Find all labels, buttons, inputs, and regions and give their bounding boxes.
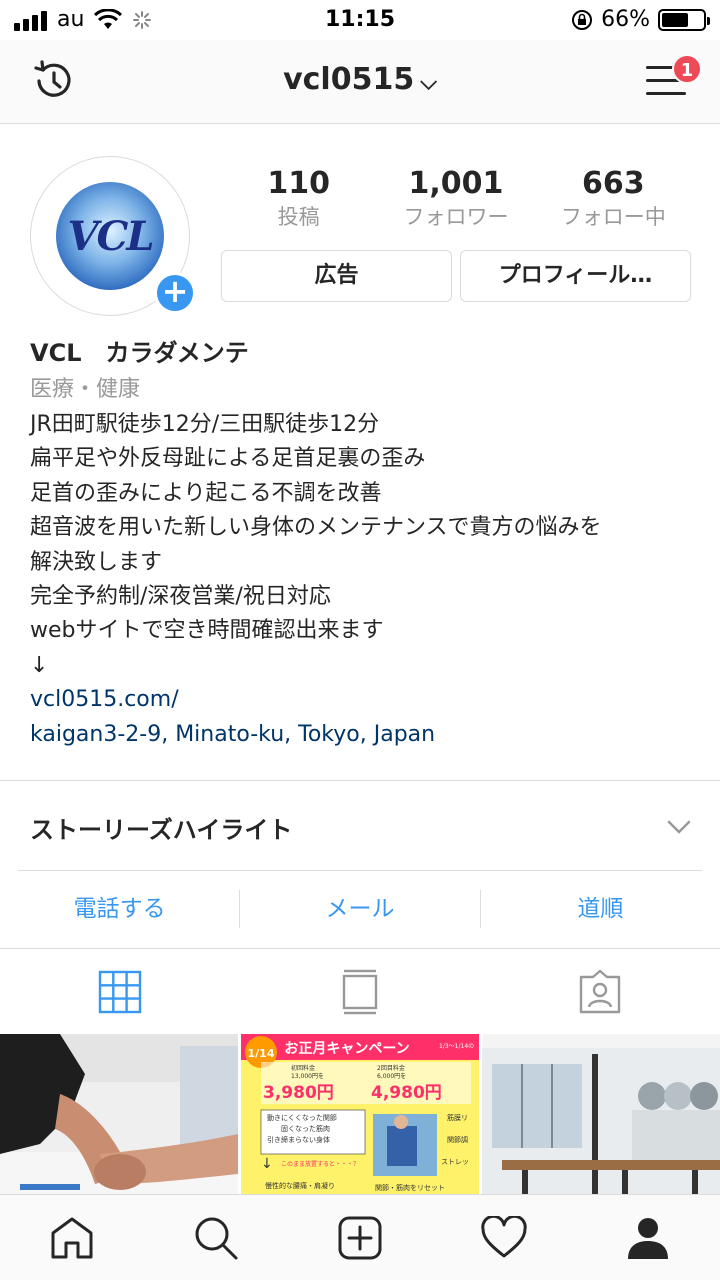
price1: 3,980円	[263, 1083, 334, 1103]
account-switcher[interactable]: vcl0515 ⌵	[0, 62, 720, 97]
feed-icon	[342, 969, 378, 1014]
home-icon	[51, 1217, 93, 1258]
tab-grid[interactable]	[0, 949, 240, 1034]
flyer-text2: 固くなった筋肉	[281, 1124, 330, 1133]
tab-home[interactable]	[0, 1195, 144, 1280]
posts-label: 投稿	[277, 205, 320, 229]
followers-count: 1,001	[408, 166, 504, 201]
bio-line: 解決致します	[30, 549, 163, 575]
notification-badge: 1	[672, 54, 702, 84]
chevron-down-icon: ⌵	[420, 70, 437, 95]
post-thumbnail[interactable]	[482, 1034, 720, 1194]
orientation-lock-icon	[572, 9, 593, 30]
heart-icon	[481, 1215, 527, 1257]
username-title: vcl0515	[283, 62, 415, 97]
grid-icon	[98, 970, 142, 1013]
massage-photo	[0, 1034, 238, 1194]
profile-view-tabs	[0, 948, 720, 1034]
svg-text:↓: ↓	[261, 1156, 273, 1172]
posts-count: 110	[267, 166, 330, 201]
call-button[interactable]: 電話する	[0, 870, 239, 948]
flyer-right2: 関節調	[447, 1135, 468, 1144]
post-thumbnail[interactable]: 1/14 お正月キャンペーン 1/3〜1/14の 初回料金 13,000円を 2…	[241, 1034, 479, 1194]
bio-line: JR田町駅徒歩12分/三田駅徒歩12分	[30, 412, 380, 437]
flyer-text5: 慢性的な腰痛・肩凝り	[265, 1181, 335, 1190]
bio-line: webサイトで空き時間確認出来ます	[30, 618, 384, 644]
ad-button[interactable]: 広告	[221, 250, 452, 302]
bottom-tab-bar	[0, 1194, 720, 1280]
edit-profile-button[interactable]: プロフィール…	[460, 250, 691, 302]
gym-photo	[482, 1034, 720, 1194]
stat-followers[interactable]: 1,001 フォロワー	[377, 166, 534, 232]
search-icon	[195, 1217, 238, 1259]
website-link[interactable]: vcl0515.com/	[30, 683, 700, 717]
price1-label: 初回料金	[291, 1064, 315, 1072]
flyer-text4: このまま放置すると・・・？	[281, 1160, 359, 1168]
email-button[interactable]: メール	[240, 870, 479, 948]
flyer-title: お正月キャンペーン	[284, 1041, 409, 1057]
bio-line: ↓	[30, 652, 49, 678]
price2: 4,980円	[371, 1083, 442, 1103]
bio-line: 完全予約制/深夜営業/祝日対応	[30, 584, 331, 610]
profile-stats: 110 投稿 1,001 フォロワー 663 フォロー中	[220, 166, 692, 232]
vcl-logo: VCL	[56, 182, 164, 290]
top-nav-bar: vcl0515 ⌵ 1	[0, 40, 720, 124]
tab-profile[interactable]	[576, 1195, 720, 1280]
bio-line: 足首の歪みにより起こる不調を改善	[30, 480, 382, 506]
status-bar: au 11:15 66%	[0, 0, 720, 40]
tab-feed[interactable]	[240, 949, 480, 1034]
tab-search[interactable]	[144, 1195, 288, 1280]
display-name: VCL カラダメンテ	[30, 339, 249, 367]
divider	[0, 780, 720, 781]
following-count: 663	[582, 166, 645, 201]
category-label: 医療・健康	[30, 377, 141, 402]
tab-new-post[interactable]	[288, 1195, 432, 1280]
flyer-date: 1/14	[248, 1047, 275, 1060]
tab-tagged[interactable]	[480, 949, 720, 1034]
profile-avatar[interactable]: VCL +	[30, 156, 196, 316]
flyer-text3: 引き締まらない身体	[267, 1135, 330, 1144]
add-post-icon	[338, 1216, 382, 1259]
story-highlights-toggle[interactable]: ストーリーズハイライト	[30, 810, 292, 845]
bio-line: 扁平足や外反母趾による足首足裏の歪み	[30, 446, 426, 472]
campaign-flyer: 1/14 お正月キャンペーン 1/3〜1/14の 初回料金 13,000円を 2…	[241, 1034, 479, 1194]
address-link[interactable]: kaigan3-2-9, Minato-ku, Tokyo, Japan	[30, 718, 700, 752]
flyer-text1: 動きにくくなった関節	[267, 1113, 337, 1122]
stat-posts[interactable]: 110 投稿	[220, 166, 377, 232]
post-thumbnail[interactable]	[0, 1034, 238, 1194]
logo-text: VCL	[67, 212, 155, 260]
directions-button[interactable]: 道順	[481, 870, 720, 948]
tab-activity[interactable]	[432, 1195, 576, 1280]
followers-label: フォロワー	[403, 205, 509, 229]
profile-icon	[628, 1217, 668, 1259]
stat-following[interactable]: 663 フォロー中	[535, 166, 692, 232]
tagged-icon	[579, 969, 621, 1013]
battery-percent: 66%	[601, 7, 650, 32]
flyer-right3: ストレッ	[441, 1158, 469, 1166]
post-grid: 1/14 お正月キャンペーン 1/3〜1/14の 初回料金 13,000円を 2…	[0, 1034, 720, 1194]
profile-bio: VCL カラダメンテ 医療・健康 JR田町駅徒歩12分/三田駅徒歩12分 扁平足…	[30, 336, 700, 752]
battery-icon	[658, 8, 710, 31]
price1-old: 13,000円を	[291, 1073, 324, 1080]
chevron-down-icon[interactable]	[666, 814, 692, 840]
price2-old: 6,000円を	[377, 1073, 406, 1080]
flyer-right1: 筋膜リ	[447, 1113, 468, 1122]
flyer-note: 1/3〜1/14の	[439, 1043, 474, 1050]
price2-label: 2回目料金	[377, 1064, 405, 1072]
flyer-bottom: 関節・筋肉をリセット	[375, 1183, 445, 1192]
add-story-icon[interactable]: +	[154, 272, 196, 314]
bio-line: 超音波を用いた新しい身体のメンテナンスで貴方の悩みを	[30, 515, 602, 541]
following-label: フォロー中	[560, 205, 666, 229]
contact-actions: 電話する メール 道順	[0, 870, 720, 948]
